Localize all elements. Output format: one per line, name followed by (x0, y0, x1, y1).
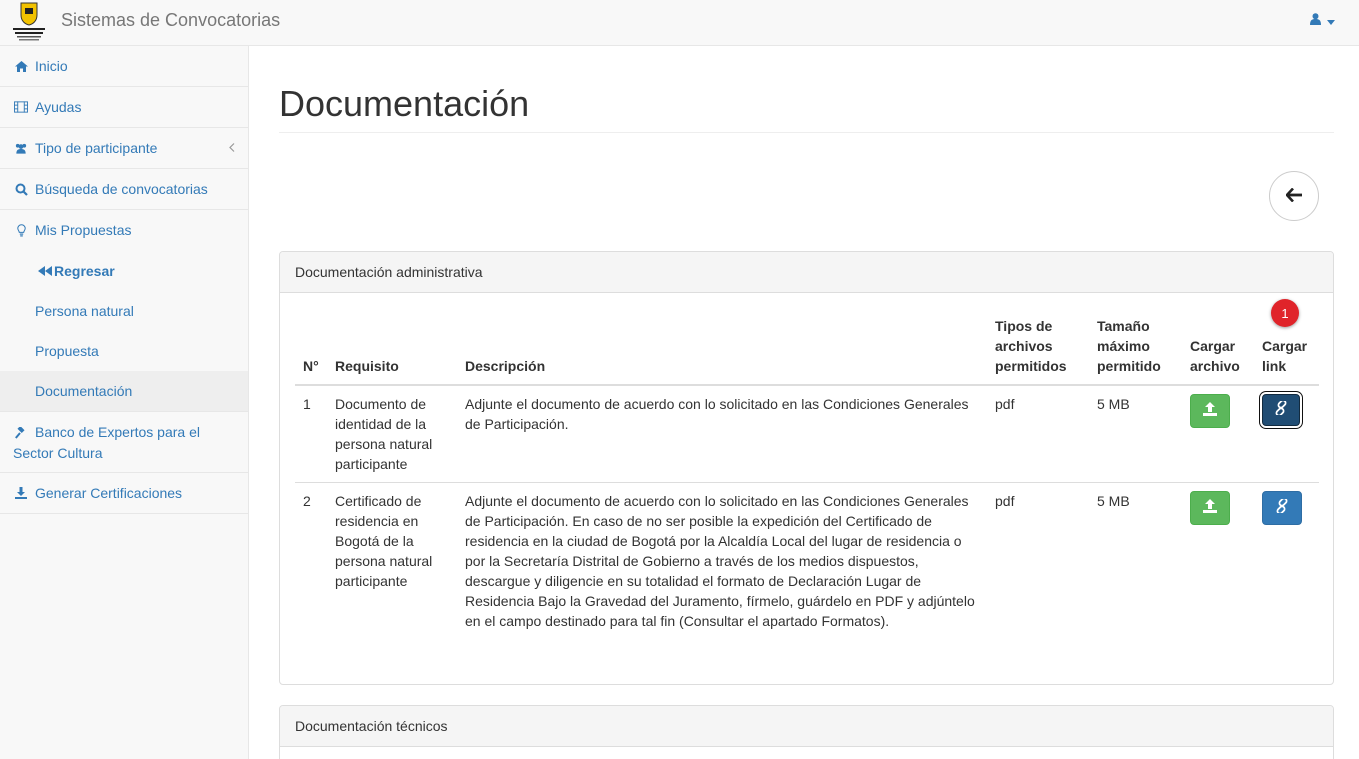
cell-cargar-link (1254, 482, 1319, 640)
top-navbar: Sistemas de Convocatorias (0, 0, 1359, 46)
col-header-descripcion: Descripción (457, 312, 987, 386)
film-icon (14, 97, 28, 117)
users-icon (14, 138, 28, 158)
sidebar: Inicio Ayudas Tipo de participante Búsqu… (0, 46, 249, 759)
cell-cargar-link (1254, 384, 1319, 483)
main-content: Documentación Documentación administrati… (249, 46, 1359, 759)
chevron-left-icon (229, 138, 235, 158)
search-icon (14, 179, 28, 199)
sidebar-item-persona-natural[interactable]: Persona natural (0, 291, 248, 331)
cell-requisito: Documento de identidad de la persona nat… (327, 384, 457, 483)
upload-file-button[interactable] (1190, 491, 1230, 525)
sidebar-item-propuesta[interactable]: Propuesta (0, 331, 248, 371)
page-title: Documentación (279, 83, 530, 124)
col-header-requisito: Requisito (327, 312, 457, 386)
table-row: 2 Certificado de residencia en Bogotá de… (295, 482, 1319, 640)
download-icon (14, 483, 28, 503)
panel-heading: Documentación técnicos (280, 706, 1333, 747)
sidebar-item-regresar[interactable]: Regresar (0, 251, 248, 291)
cell-cargar-archivo (1182, 384, 1254, 483)
sidebar-item-label: Búsqueda de convocatorias (35, 181, 208, 197)
sidebar-item-banco-expertos[interactable]: Banco de Expertos para el Sector Cultura (0, 412, 248, 473)
sidebar-item-label: Documentación (35, 383, 133, 399)
upload-link-button[interactable] (1262, 394, 1300, 426)
upload-link-button[interactable] (1262, 491, 1302, 525)
col-header-tamano: Tamaño máximo permitido (1089, 312, 1182, 386)
sidebar-item-label: Persona natural (35, 303, 134, 319)
back-button[interactable] (1269, 171, 1319, 221)
backward-icon (38, 261, 52, 281)
col-header-cargar-archivo: Cargar archivo (1182, 312, 1254, 386)
upload-icon (1203, 401, 1217, 421)
cell-tamano: 5 MB (1089, 482, 1182, 640)
sidebar-item-inicio[interactable]: Inicio (0, 46, 248, 87)
sidebar-item-ayudas[interactable]: Ayudas (0, 87, 248, 128)
bogota-coat-of-arms-logo[interactable] (10, 0, 48, 42)
link-icon (1274, 399, 1288, 420)
col-header-cargar-link: Cargar link (1254, 312, 1319, 386)
sidebar-item-mis-propuestas[interactable]: Mis Propuestas (0, 210, 248, 251)
sidebar-item-tipo-participante[interactable]: Tipo de participante (0, 128, 248, 169)
caret-down-icon (1327, 12, 1335, 28)
documents-table: N° Requisito Descripción Tipos de archiv… (295, 312, 1319, 640)
brand-title[interactable]: Sistemas de Convocatorias (61, 10, 280, 30)
panel-heading: Documentación administrativa (280, 252, 1333, 293)
panel-documentacion-tecnicos: Documentación técnicos (279, 705, 1334, 759)
cell-requisito: Certificado de residencia en Bogotá de l… (327, 482, 457, 640)
col-header-tipos: Tipos de archivos permitidos (987, 312, 1089, 386)
table-row: 1 Documento de identidad de la persona n… (295, 384, 1319, 483)
sidebar-item-busqueda[interactable]: Búsqueda de convocatorias (0, 169, 248, 210)
home-icon (14, 56, 28, 76)
link-icon (1275, 497, 1289, 518)
sidebar-item-label: Tipo de participante (35, 140, 158, 156)
table-header-row: N° Requisito Descripción Tipos de archiv… (295, 312, 1319, 386)
col-header-n: N° (295, 312, 327, 386)
user-menu-dropdown[interactable] (1310, 12, 1335, 28)
cell-tipos: pdf (987, 384, 1089, 483)
sidebar-item-label: Banco de Expertos para el Sector Cultura (13, 424, 200, 461)
sidebar-item-certificaciones[interactable]: Generar Certificaciones (0, 473, 248, 514)
sidebar-item-documentacion[interactable]: Documentación (0, 371, 248, 412)
cell-cargar-archivo (1182, 482, 1254, 640)
cell-descripcion: Adjunte el documento de acuerdo con lo s… (457, 482, 987, 640)
cell-tamano: 5 MB (1089, 384, 1182, 483)
gavel-icon (14, 423, 28, 443)
page-header: Documentación (279, 84, 1334, 133)
arrow-left-icon (1285, 187, 1302, 205)
lightbulb-icon (14, 220, 28, 240)
cell-n: 1 (295, 384, 327, 483)
sidebar-item-label: Inicio (35, 58, 68, 74)
upload-icon (1203, 498, 1217, 518)
panel-documentacion-administrativa: Documentación administrativa 1 N° Requis… (279, 251, 1334, 685)
user-icon (1310, 12, 1321, 28)
sidebar-item-label: Propuesta (35, 343, 99, 359)
cell-n: 2 (295, 482, 327, 640)
sidebar-item-label: Mis Propuestas (35, 222, 132, 238)
sidebar-item-label: Ayudas (35, 99, 82, 115)
cell-descripcion: Adjunte el documento de acuerdo con lo s… (457, 384, 987, 483)
sidebar-item-label: Generar Certificaciones (35, 485, 183, 501)
cell-tipos: pdf (987, 482, 1089, 640)
sidebar-item-label: Regresar (54, 263, 115, 279)
upload-file-button[interactable] (1190, 394, 1230, 428)
